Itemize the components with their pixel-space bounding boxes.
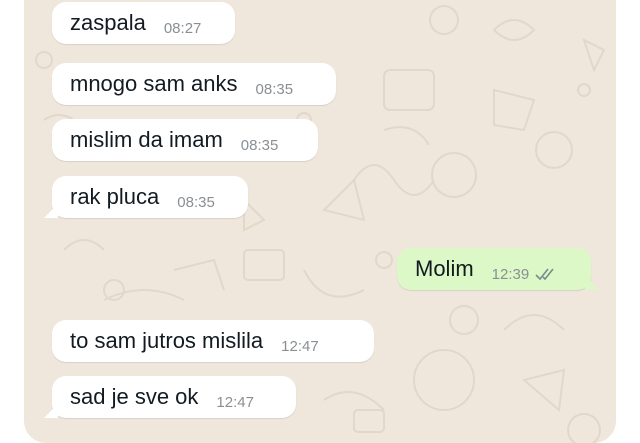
message-timestamp: 12:47 <box>216 393 254 411</box>
message-timestamp: 12:39 <box>491 265 530 283</box>
message-text: sad je sve ok <box>70 384 199 409</box>
message-text: zaspala <box>70 10 146 35</box>
message-text: mnogo sam anks <box>70 71 238 96</box>
message-timestamp: 08:35 <box>255 80 294 98</box>
message-timestamp: 08:35 <box>177 193 215 211</box>
chat-panel[interactable]: zaspala 08:27 mnogo sam anks 08:35 misli… <box>24 0 616 443</box>
message-timestamp: 08:27 <box>163 19 202 37</box>
double-check-icon <box>535 268 554 281</box>
message-bubble-outgoing[interactable]: Molim 12:39 <box>397 248 599 290</box>
message-timestamp: 08:35 <box>240 136 279 154</box>
message-bubble-incoming[interactable]: sad je sve ok 12:47 <box>44 376 296 418</box>
message-timestamp: 12:47 <box>281 337 319 355</box>
message-bubble-incoming[interactable]: to sam jutros mislila 12:47 <box>52 320 374 362</box>
message-text: rak pluca <box>70 184 160 209</box>
message-bubble-incoming[interactable]: zaspala 08:27 <box>52 2 235 44</box>
message-bubble-incoming[interactable]: mnogo sam anks 08:35 <box>52 63 336 105</box>
message-text: to sam jutros mislila <box>70 328 264 353</box>
message-bubble-incoming[interactable]: mislim da imam 08:35 <box>52 119 318 161</box>
message-text: Molim <box>415 256 474 281</box>
message-bubble-incoming[interactable]: rak pluca 08:35 <box>44 176 248 218</box>
message-text: mislim da imam <box>70 127 223 152</box>
